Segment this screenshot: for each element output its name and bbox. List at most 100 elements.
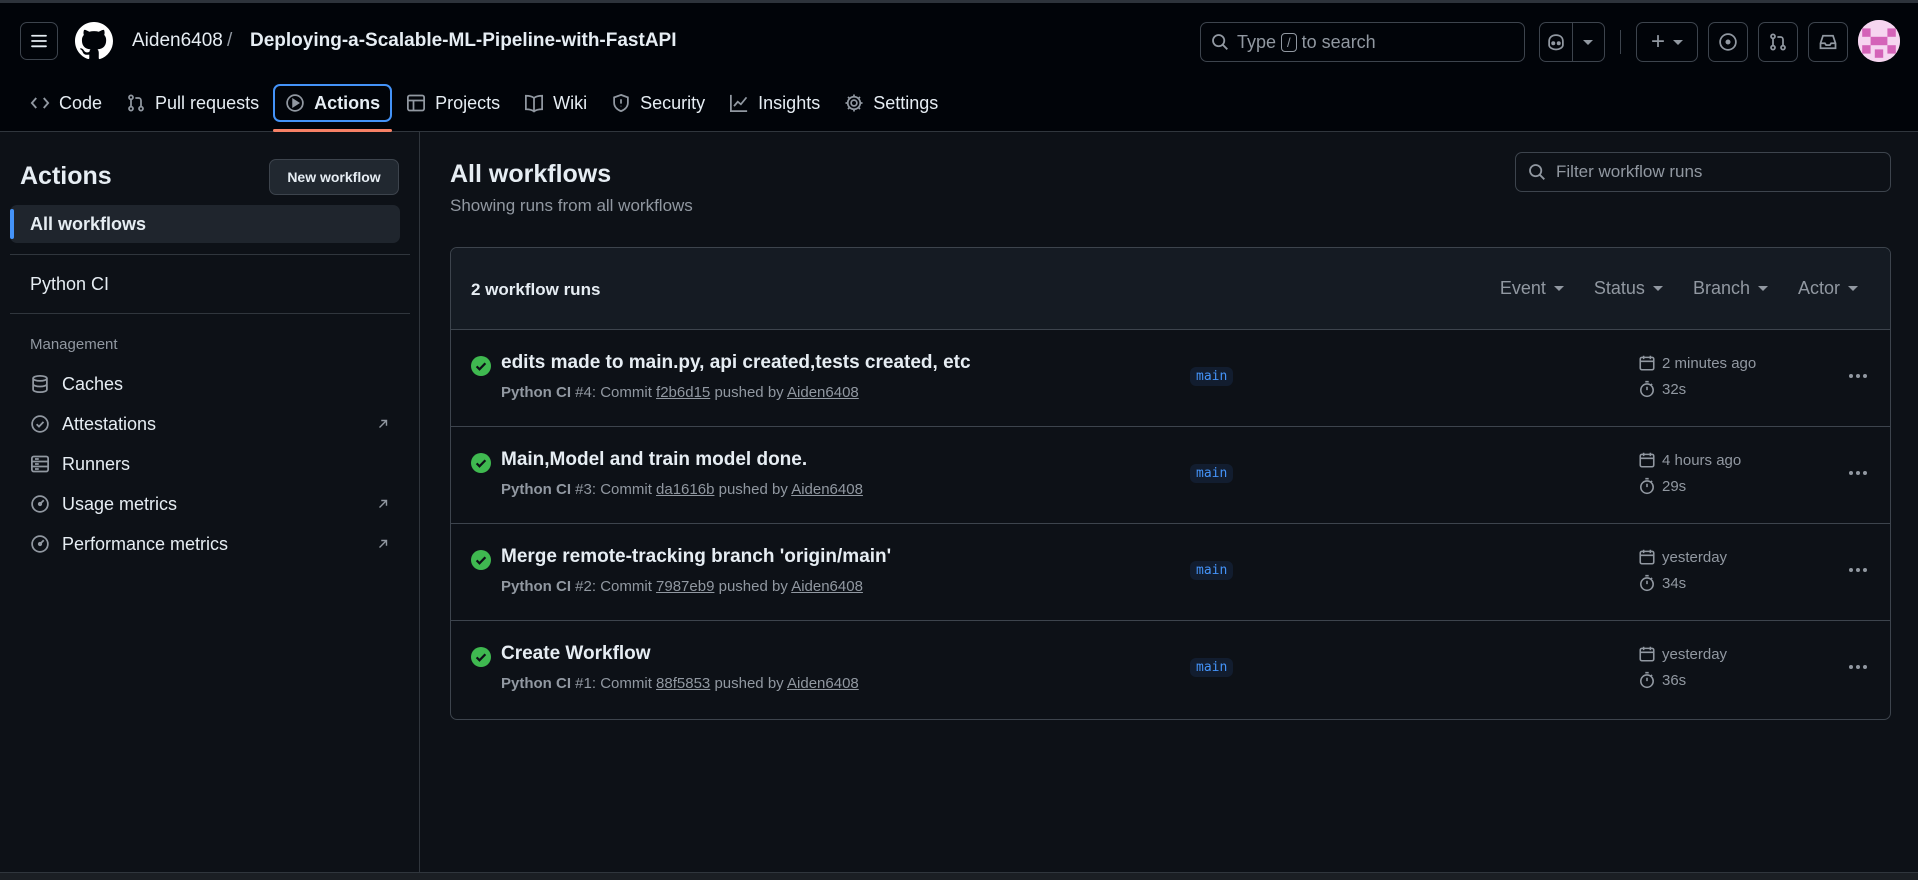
check-circle-success-icon (471, 453, 491, 473)
run-options-button[interactable] (1842, 360, 1874, 392)
workflow-run-row[interactable]: edits made to main.py, api created,tests… (451, 330, 1890, 427)
kebab-horizontal-icon (1863, 374, 1867, 378)
run-timestamp-text: 4 hours ago (1662, 451, 1742, 469)
breadcrumb-repo[interactable]: Deploying-a-Scalable-ML-Pipeline-with-Fa… (250, 30, 677, 52)
run-title[interactable]: Main,Model and train model done. (501, 449, 807, 471)
run-options-button[interactable] (1842, 554, 1874, 586)
copilot-button-group (1539, 22, 1605, 62)
user-avatar[interactable] (1858, 20, 1900, 62)
actor-link[interactable]: Aiden6408 (787, 384, 859, 401)
check-circle-success-icon (471, 647, 491, 667)
kebab-horizontal-icon (1856, 471, 1860, 475)
tab-wiki[interactable]: Wiki (514, 84, 597, 122)
global-search[interactable]: Type / to search (1200, 22, 1525, 62)
actor-link[interactable]: Aiden6408 (791, 578, 863, 595)
search-icon (1529, 164, 1545, 180)
run-meta: Python CI #3: Commit da1616b pushed by A… (501, 481, 863, 498)
code-icon (30, 97, 50, 109)
tab-insights-label: Insights (758, 92, 821, 113)
run-options-button[interactable] (1842, 651, 1874, 683)
sidebar-title: Actions (20, 162, 112, 190)
breadcrumb-separator: / (227, 30, 233, 51)
actor-link[interactable]: Aiden6408 (787, 675, 859, 692)
run-title[interactable]: edits made to main.py, api created,tests… (501, 352, 971, 374)
menu-button[interactable] (20, 22, 58, 60)
event-filter[interactable]: Event (1500, 278, 1564, 299)
issues-button[interactable] (1708, 22, 1748, 62)
actions-sidebar: Actions New workflow All workflows Pytho… (0, 132, 420, 872)
workflow-run-row[interactable]: Create Workflow Python CI #1: Commit 88f… (451, 621, 1890, 718)
run-workflow-name: Python CI (501, 384, 571, 401)
commit-sha-link[interactable]: 88f5853 (656, 675, 710, 692)
tab-settings[interactable]: Settings (834, 84, 948, 122)
branch-label[interactable]: main (1190, 367, 1234, 386)
workflow-run-row[interactable]: Main,Model and train model done. Python … (451, 427, 1890, 524)
copilot-button[interactable] (1540, 23, 1572, 61)
run-duration: 32s (1638, 380, 1686, 398)
sidebar-item-performance-metrics[interactable]: Performance metrics (30, 526, 390, 562)
create-new-button[interactable]: + (1636, 22, 1698, 62)
actor-filter-label: Actor (1797, 278, 1840, 298)
sidebar-item-runners-label: Runners (62, 453, 131, 474)
workflow-run-row[interactable]: Merge remote-tracking branch 'origin/mai… (451, 524, 1890, 621)
sidebar-item-performance-metrics-label: Performance metrics (62, 533, 229, 554)
run-title[interactable]: Create Workflow (501, 643, 651, 665)
stopwatch-icon (1640, 477, 1654, 495)
chevron-down-icon (1757, 286, 1768, 291)
sidebar-item-all-workflows[interactable]: All workflows (10, 205, 400, 243)
meter-icon (31, 495, 49, 513)
plus-icon: + (1650, 28, 1665, 55)
tab-code[interactable]: Code (20, 84, 112, 122)
branch-label[interactable]: main (1190, 561, 1234, 580)
app-header: Aiden6408 / Deploying-a-Scalable-ML-Pipe… (0, 0, 1918, 132)
branch-label[interactable]: main (1190, 658, 1234, 677)
run-number: #2: Commit (575, 578, 652, 595)
search-type-text: Type (1237, 31, 1277, 52)
commit-sha-link[interactable]: da1616b (656, 481, 714, 498)
run-duration: 29s (1638, 477, 1686, 495)
identicon-icon (1858, 20, 1900, 62)
tab-insights[interactable]: Insights (719, 84, 830, 122)
run-workflow-name: Python CI (501, 481, 571, 498)
new-workflow-button[interactable]: New workflow (269, 159, 399, 195)
branch-label[interactable]: main (1190, 464, 1234, 483)
branch-filter[interactable]: Branch (1693, 278, 1768, 299)
tab-pull-requests[interactable]: Pull requests (116, 84, 269, 122)
sidebar-item-python-ci[interactable]: Python CI (10, 265, 400, 303)
status-filter[interactable]: Status (1594, 278, 1663, 299)
inbox-button[interactable] (1808, 22, 1848, 62)
management-heading: Management (30, 336, 118, 353)
tab-pull-requests-label: Pull requests (155, 92, 260, 113)
kebab-horizontal-icon (1856, 568, 1860, 572)
run-timestamp-text: yesterday (1662, 645, 1728, 663)
stopwatch-icon (1640, 671, 1654, 689)
chevron-down-icon (1583, 39, 1594, 45)
sidebar-item-usage-metrics[interactable]: Usage metrics (30, 486, 390, 522)
actor-filter[interactable]: Actor (1798, 278, 1858, 299)
verified-icon (31, 415, 49, 433)
filter-workflow-runs-input[interactable]: Filter workflow runs (1515, 152, 1891, 192)
commit-sha-link[interactable]: f2b6d15 (656, 384, 710, 401)
sidebar-item-runners[interactable]: Runners (30, 446, 390, 482)
github-logo-icon[interactable] (75, 22, 113, 60)
sidebar-item-attestations[interactable]: Attestations (30, 406, 390, 442)
run-duration-text: 36s (1662, 671, 1687, 689)
pull-requests-button[interactable] (1758, 22, 1798, 62)
tab-security[interactable]: Security (601, 84, 715, 122)
tab-projects[interactable]: Projects (396, 84, 510, 122)
kebab-horizontal-icon (1849, 665, 1853, 669)
actor-link[interactable]: Aiden6408 (791, 481, 863, 498)
commit-sha-link[interactable]: 7987eb9 (656, 578, 714, 595)
copilot-dropdown-button[interactable] (1571, 23, 1605, 61)
run-timestamp-text: yesterday (1662, 548, 1728, 566)
sidebar-item-caches-label: Caches (62, 373, 124, 394)
chevron-down-icon (1652, 286, 1663, 291)
sidebar-item-caches[interactable]: Caches (30, 366, 390, 402)
tab-security-label: Security (640, 92, 706, 113)
run-title[interactable]: Merge remote-tracking branch 'origin/mai… (501, 546, 891, 568)
breadcrumb-owner[interactable]: Aiden6408 (132, 30, 223, 52)
tab-actions[interactable]: Actions (273, 84, 393, 132)
run-options-button[interactable] (1842, 457, 1874, 489)
graph-icon (730, 94, 748, 112)
stopwatch-icon (1640, 574, 1654, 592)
